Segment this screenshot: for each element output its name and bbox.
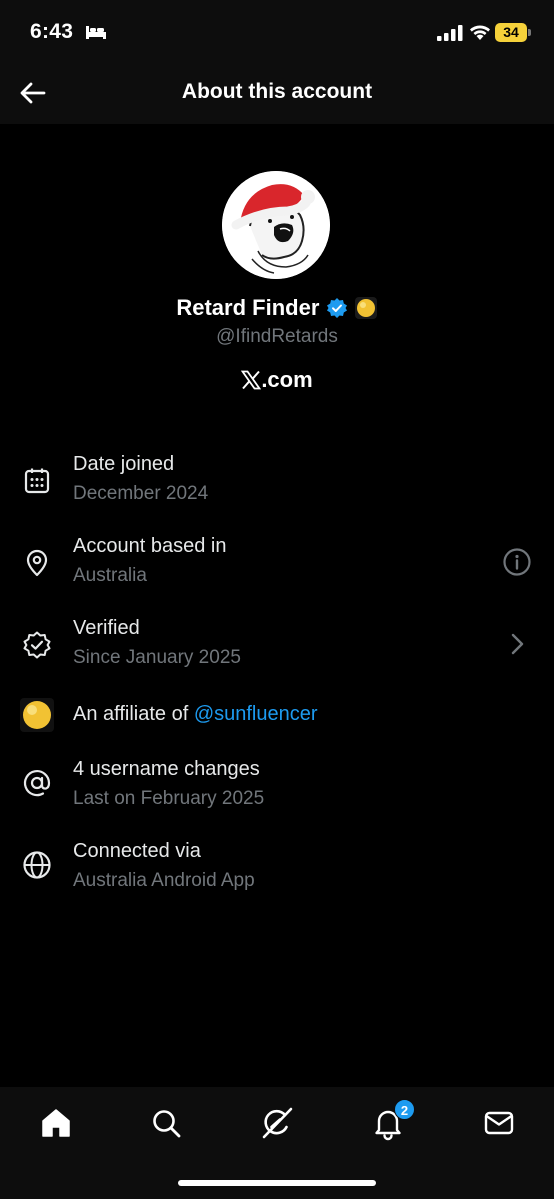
username-changes-label: 4 username changes (73, 758, 260, 780)
account-based-in-value: Australia (73, 565, 147, 586)
verified-item[interactable]: Verified Since January 2025 (0, 614, 554, 684)
affiliate-link[interactable]: @sunfluencer (194, 703, 318, 725)
status-time: 6:43 (30, 20, 74, 43)
grok-icon[interactable] (259, 1105, 295, 1141)
sleep-focus-icon (86, 26, 106, 39)
search-icon[interactable] (148, 1105, 184, 1141)
affiliate-prefix: An affiliate of (73, 703, 194, 725)
username-changes-item: 4 username changes Last on February 2025 (0, 755, 554, 825)
page-title: About this account (181, 80, 373, 103)
avatar[interactable] (222, 171, 330, 279)
verified-outline-icon (23, 631, 51, 659)
affiliate-item: An affiliate of @sunfluencer (0, 696, 554, 736)
site-domain: .com (261, 367, 313, 393)
avatar-image (222, 171, 330, 279)
connected-via-item: Connected via Australia Android App (0, 837, 554, 907)
battery-level: 34 (495, 23, 527, 42)
verified-label: Verified (73, 617, 140, 639)
cellular-signal-icon (437, 25, 463, 41)
connected-via-label: Connected via (73, 840, 201, 862)
affiliate-org-icon (20, 698, 54, 732)
account-based-in-item: Account based in Australia (0, 532, 554, 602)
home-indicator[interactable] (178, 1180, 376, 1186)
battery-tip (528, 29, 531, 36)
at-sign-icon (23, 770, 51, 797)
account-based-in-label: Account based in (73, 535, 227, 557)
affiliate-badge-icon (354, 297, 377, 320)
calendar-icon (24, 468, 50, 494)
display-name-row: Retard Finder (0, 294, 554, 321)
connected-via-value: Australia Android App (73, 870, 255, 891)
globe-icon (23, 851, 51, 879)
wifi-icon (470, 25, 490, 40)
site-label: .com (0, 366, 554, 393)
verified-badge-icon (326, 298, 347, 319)
verified-value: Since January 2025 (73, 647, 241, 668)
info-icon[interactable] (502, 547, 532, 577)
affiliate-text: An affiliate of @sunfluencer (73, 703, 318, 726)
status-bar: 6:43 34 (0, 0, 554, 62)
location-pin-icon (26, 549, 48, 577)
date-joined-value: December 2024 (73, 483, 209, 504)
header: About this account (0, 62, 554, 124)
username-handle: @IfindRetards (216, 326, 338, 347)
messages-icon[interactable] (481, 1105, 517, 1141)
home-icon[interactable] (38, 1105, 74, 1141)
date-joined-label: Date joined (73, 453, 175, 475)
battery-indicator: 34 (495, 23, 531, 42)
about-account-screen: 6:43 34 About this account Retard Finder… (0, 0, 554, 1199)
display-name: Retard Finder (176, 295, 320, 321)
x-logo-icon (241, 370, 262, 390)
date-joined-item: Date joined December 2024 (0, 450, 554, 520)
chevron-right-icon[interactable] (502, 629, 532, 659)
notification-count-badge: 2 (394, 1099, 415, 1120)
username-changes-value: Last on February 2025 (73, 788, 265, 809)
